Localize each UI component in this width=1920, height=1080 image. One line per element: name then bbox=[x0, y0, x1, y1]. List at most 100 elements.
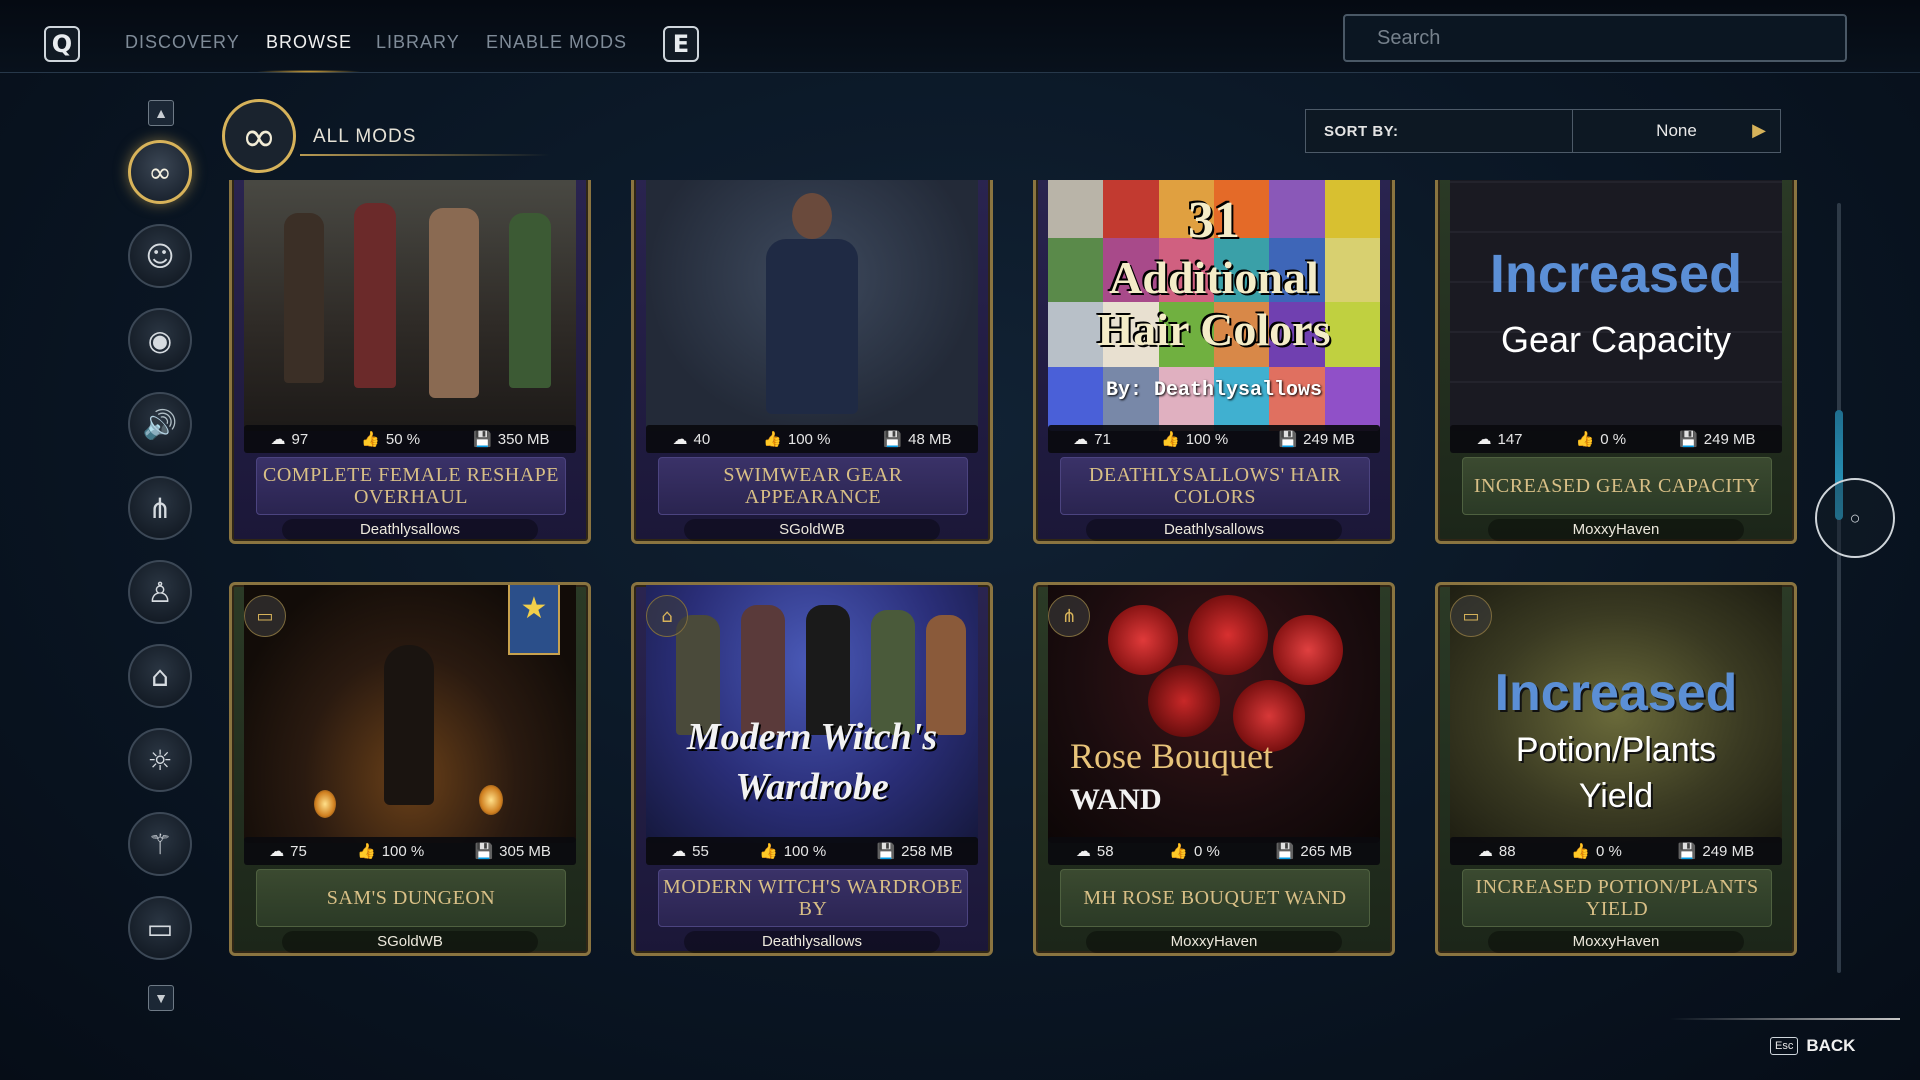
sidebar-item-outfits[interactable]: ⌂ bbox=[128, 644, 192, 708]
mod-card[interactable]: ☁ 40 👍 100 % 💾 48 MB SWIMWEAR GEAR APPEARAN… bbox=[631, 180, 993, 544]
favorite-star-icon[interactable]: ★ bbox=[508, 585, 560, 655]
mod-stats-bar: ☁ 71 👍 100 % 💾 249 MB bbox=[1048, 425, 1380, 453]
tab-library[interactable]: LIBRARY bbox=[376, 32, 460, 53]
mod-card[interactable]: 31 Additional Hair Colors By: Deathlysal… bbox=[1033, 180, 1395, 544]
thumbnail-text: Increased bbox=[1494, 664, 1738, 722]
sidebar-item-visuals[interactable]: ◉ bbox=[128, 308, 192, 372]
thumbnail-text: Potion/Plants bbox=[1515, 731, 1717, 769]
disk-icon: 💾 bbox=[1278, 430, 1298, 448]
file-size: 48 MB bbox=[908, 430, 952, 448]
scroll-up-arrow-icon[interactable]: ▲ bbox=[148, 100, 174, 126]
gamepad-icon: ▭ bbox=[1450, 595, 1492, 637]
mod-author: SGoldWB bbox=[282, 931, 538, 953]
mod-stats-bar: ☁ 75 👍 100 % 💾 305 MB bbox=[244, 837, 576, 865]
mod-stats-bar: ☁ 97 👍 50 % 💾 350 MB bbox=[244, 425, 576, 453]
scroll-down-arrow-icon[interactable]: ▼ bbox=[148, 985, 174, 1011]
network-icon: ⋔ bbox=[1048, 595, 1090, 637]
mod-title: MODERN WITCH'S WARDROBE BY bbox=[658, 869, 968, 927]
gamepad-icon: ▭ bbox=[146, 911, 174, 945]
file-size: 265 MB bbox=[1300, 842, 1353, 860]
rating-percent: 50 % bbox=[385, 430, 421, 448]
gamepad-icon: ▭ bbox=[244, 595, 286, 637]
rating-percent: 0 % bbox=[1600, 430, 1627, 448]
search-input[interactable] bbox=[1343, 14, 1847, 62]
sidebar-item-broom[interactable]: ⚚ bbox=[128, 812, 192, 876]
mod-card[interactable]: Modern Witch's Wardrobe ⌂ ☁ 55 👍 100 % 💾 25… bbox=[631, 582, 993, 956]
mod-card[interactable]: Increased Potion/Plants Yield ▭ ☁ 88 👍 0 %… bbox=[1435, 582, 1797, 956]
sidebar-item-network[interactable]: ⋔ bbox=[128, 476, 192, 540]
mod-thumbnail: Increased Gear Capacity bbox=[1450, 180, 1782, 431]
chevron-right-icon: ▶ bbox=[1752, 120, 1766, 140]
sidebar-item-audio[interactable]: 🔊 bbox=[128, 392, 192, 456]
rating-percent: 100 % bbox=[1185, 430, 1229, 448]
head-icon: ☺ bbox=[145, 239, 175, 273]
speaker-icon: 🔊 bbox=[142, 407, 178, 441]
rating-percent: 0 % bbox=[1596, 842, 1622, 860]
top-bar: Q DISCOVERY BROWSE LIBRARY ENABLE MODS E bbox=[0, 0, 1920, 73]
mod-card[interactable]: ▭ ★ ☁ 75 👍 100 % 💾 305 MB SAM'S DUNGEON SGo… bbox=[229, 582, 591, 956]
download-count: 97 bbox=[291, 430, 309, 448]
mod-title: SAM'S DUNGEON bbox=[256, 869, 566, 927]
circle-icon: ○ bbox=[1849, 507, 1861, 528]
rating-percent: 0 % bbox=[1194, 842, 1220, 860]
thumbnail-text: Increased bbox=[1489, 244, 1743, 304]
mod-card[interactable]: Increased Gear Capacity ☁ 147 👍 0 % 💾 249 M… bbox=[1435, 180, 1797, 544]
thumbnail-text: Wardrobe bbox=[735, 766, 889, 808]
mod-card[interactable]: Rose Bouquet WAND ⋔ ☁ 58 👍 0 % 💾 265 MB MH … bbox=[1033, 582, 1395, 956]
q-key-hint[interactable]: Q bbox=[44, 26, 80, 62]
tab-enable-mods[interactable]: ENABLE MODS bbox=[486, 32, 627, 53]
thumbnail-text: Gear Capacity bbox=[1500, 319, 1732, 360]
download-count: 75 bbox=[290, 842, 307, 860]
thumbnail-text: 31 bbox=[1188, 192, 1240, 249]
sidebar-item-character[interactable]: ♙ bbox=[128, 560, 192, 624]
back-button[interactable]: Esc BACK bbox=[1770, 1036, 1855, 1056]
mod-author: Deathlysallows bbox=[684, 931, 940, 953]
mod-thumbnail: Modern Witch's Wardrobe bbox=[646, 585, 978, 843]
thumbs-up-icon: 👍 bbox=[1161, 430, 1180, 448]
scrollbar-track[interactable] bbox=[1837, 203, 1841, 973]
mod-author: MoxxyHaven bbox=[1488, 931, 1744, 953]
download-count: 58 bbox=[1096, 842, 1114, 860]
all-mods-category-badge: ∞ bbox=[222, 99, 296, 173]
sidebar-item-head[interactable]: ☺ bbox=[128, 224, 192, 288]
mod-card[interactable]: ☁ 97 👍 50 % 💾 350 MB COMPLETE FEMALE RESHAP… bbox=[229, 180, 591, 544]
mod-thumbnail: Rose Bouquet WAND bbox=[1048, 585, 1380, 843]
download-count: 88 bbox=[1498, 842, 1516, 860]
disk-icon: 💾 bbox=[876, 842, 896, 860]
rating-percent: 100 % bbox=[787, 430, 831, 448]
category-title: ALL MODS bbox=[313, 126, 417, 147]
mod-author: Deathlysallows bbox=[1086, 519, 1342, 541]
lightbulb-icon: ☼ bbox=[147, 743, 173, 777]
mod-title: DEATHLYSALLOWS' HAIR COLORS bbox=[1060, 457, 1370, 515]
download-cloud-icon: ☁ bbox=[270, 430, 286, 448]
mod-stats-bar: ☁ 55 👍 100 % 💾 258 MB bbox=[646, 837, 978, 865]
thumbs-up-icon: 👍 bbox=[1571, 842, 1591, 860]
e-key-hint[interactable]: E bbox=[663, 26, 699, 62]
sidebar-item-all-mods[interactable]: ∞ bbox=[128, 140, 192, 204]
network-icon: ⋔ bbox=[148, 491, 172, 525]
disk-icon: 💾 bbox=[1677, 842, 1697, 860]
download-cloud-icon: ☁ bbox=[672, 430, 688, 448]
mod-thumbnail bbox=[244, 180, 576, 431]
sort-dropdown[interactable]: SORT BY: None ▶ bbox=[1305, 109, 1781, 153]
disk-icon: 💾 bbox=[883, 430, 903, 448]
mod-title: INCREASED POTION/PLANTS YIELD bbox=[1462, 869, 1772, 927]
esc-key-hint: Esc bbox=[1770, 1037, 1799, 1055]
mod-stats-bar: ☁ 40 👍 100 % 💾 48 MB bbox=[646, 425, 978, 453]
thumbnail-text: Modern Witch's bbox=[686, 716, 938, 758]
sort-value[interactable]: None ▶ bbox=[1573, 110, 1780, 152]
tab-discovery[interactable]: DISCOVERY bbox=[125, 32, 240, 53]
mod-author: Deathlysallows bbox=[282, 519, 538, 541]
scroll-cursor-ring[interactable]: ○ bbox=[1815, 478, 1895, 558]
tab-browse[interactable]: BROWSE bbox=[255, 32, 363, 73]
thumbnail-text: Yield bbox=[1578, 777, 1654, 815]
thumbs-up-icon: 👍 bbox=[759, 842, 778, 860]
mod-author: SGoldWB bbox=[684, 519, 940, 541]
infinity-icon: ∞ bbox=[148, 155, 172, 189]
download-cloud-icon: ☁ bbox=[269, 842, 285, 860]
sidebar-item-controller[interactable]: ▭ bbox=[128, 896, 192, 960]
download-cloud-icon: ☁ bbox=[1073, 430, 1089, 448]
footer-divider bbox=[1670, 1018, 1900, 1020]
download-cloud-icon: ☁ bbox=[1477, 842, 1493, 860]
sidebar-item-lighting[interactable]: ☼ bbox=[128, 728, 192, 792]
